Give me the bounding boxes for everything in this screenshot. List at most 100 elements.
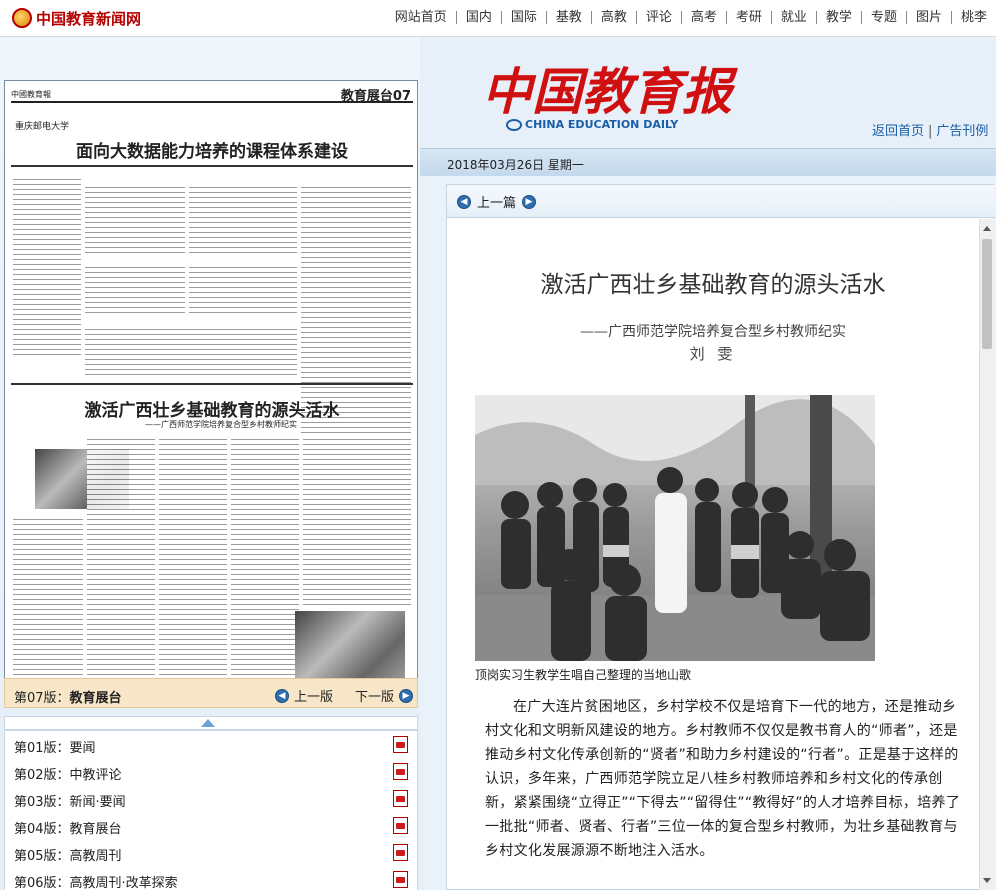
- photo-caption: 顶岗实习生教学生唱自己整理的当地山歌: [475, 668, 692, 682]
- home-link[interactable]: 返回首页: [872, 124, 924, 139]
- logo-emblem-icon: [12, 8, 32, 28]
- left-circle-arrow-icon: ◀: [457, 194, 471, 209]
- ad-rates-link[interactable]: 广告刊例: [936, 124, 988, 139]
- masthead: 中国教育报 CHINA EDUCATION DAILY 返回首页 | 广告刊例: [420, 38, 996, 148]
- issue-date: 2018年03月26日 星期一: [447, 158, 584, 172]
- nav-teaching[interactable]: 教学: [815, 10, 861, 24]
- masthead-en: CHINA EDUCATION DAILY: [506, 118, 678, 131]
- page-list-item-label[interactable]: 第03版：新闻·要闻: [14, 791, 126, 810]
- paper-thumb-headline-2-sub: ——广西师范学院培养复合型乡村教师纪实: [145, 420, 297, 429]
- paper-thumb-text-column: [189, 265, 297, 315]
- paper-thumb-text-column: [189, 185, 297, 255]
- top-bar: 中国教育新闻网 网站首页 国内 国际 基教 高教 评论 高考 考研 就业 教学 …: [0, 0, 996, 37]
- article-scrollbar[interactable]: [979, 219, 994, 890]
- pdf-icon[interactable]: [393, 817, 408, 834]
- current-edition-prefix: 第07版：: [14, 691, 70, 706]
- page-list-item-label[interactable]: 第04版：教育展台: [14, 818, 122, 837]
- scrollbar-thumb[interactable]: [982, 239, 992, 349]
- page-list-item[interactable]: 第04版：教育展台: [5, 814, 417, 841]
- pdf-icon[interactable]: [393, 763, 408, 780]
- newspaper-page-thumbnail[interactable]: 中國教育報 教育展台07 重庆邮电大学 面向大数据能力培养的课程体系建设 激活广…: [4, 80, 418, 705]
- prev-article-label: 上一篇: [477, 196, 517, 211]
- nav-basic-edu[interactable]: 基教: [545, 10, 591, 24]
- paper-thumb-rule: [11, 383, 413, 385]
- pdf-icon[interactable]: [393, 736, 408, 753]
- scroll-up-arrow-icon[interactable]: [983, 226, 991, 231]
- paper-thumb-text-column: [13, 517, 83, 703]
- scroll-down-arrow-icon[interactable]: [983, 878, 991, 883]
- current-edition: 第07版：教育展台: [14, 687, 122, 706]
- page-list-item-label[interactable]: 第05版：高教周刊: [14, 845, 122, 864]
- article-author: 刘 雯: [689, 345, 737, 363]
- page-list-item[interactable]: 第02版：中教评论: [5, 760, 417, 787]
- article-toolbar: ◀ 上一篇 ▶: [447, 185, 995, 218]
- pdf-icon[interactable]: [393, 790, 408, 807]
- date-bar: 2018年03月26日 星期一: [420, 148, 996, 176]
- article-subtitle: ——广西师范学院培养复合型乡村教师纪实: [580, 324, 846, 340]
- paper-thumb-text-column: [85, 327, 297, 377]
- nav-taoli[interactable]: 桃李: [950, 10, 996, 24]
- paper-thumb-text-column: [303, 437, 411, 607]
- prev-article-button[interactable]: ◀ 上一篇 ▶: [457, 192, 537, 211]
- nav-pictures[interactable]: 图片: [905, 10, 951, 24]
- page-list-divider: [5, 729, 417, 731]
- page-list-item[interactable]: 第03版：新闻·要闻: [5, 787, 417, 814]
- article-photo: [475, 395, 875, 661]
- paper-thumb-text-column: [159, 437, 227, 703]
- right-circle-arrow-icon[interactable]: ▶: [522, 194, 537, 209]
- nav-domestic[interactable]: 国内: [455, 10, 501, 24]
- site-logo-text: 中国教育新闻网: [36, 9, 142, 28]
- edition-bar: 第07版：教育展台 ◀ 上一版 下一版 ▶: [4, 678, 418, 708]
- up-arrow-icon[interactable]: [201, 719, 215, 727]
- page-list: 第01版：要闻 第02版：中教评论 第03版：新闻·要闻 第04版：教育展台 第…: [4, 716, 418, 890]
- next-edition-label: 下一版: [355, 690, 395, 705]
- article-title: 激活广西壮乡基础教育的源头活水: [540, 272, 886, 298]
- article-photo-image: [475, 395, 875, 661]
- current-edition-name: 教育展台: [69, 691, 122, 706]
- nav-gaokao[interactable]: 高考: [680, 10, 726, 24]
- right-circle-arrow-icon: ▶: [399, 688, 414, 703]
- nav-home[interactable]: 网站首页: [386, 11, 456, 24]
- site-logo[interactable]: 中国教育新闻网: [12, 7, 141, 29]
- paper-thumb-text-column: [85, 185, 185, 255]
- article-body: 在广大连片贫困地区，乡村学校不仅是培育下一代的地方，还是推动乡村文化和文明新风建…: [485, 699, 961, 859]
- paper-thumb-school: 重庆邮电大学: [15, 122, 70, 132]
- top-nav: 网站首页 国内 国际 基教 高教 评论 高考 考研 就业 教学 专题 图片 桃李: [386, 0, 996, 34]
- paper-thumb-headline-1[interactable]: 面向大数据能力培养的课程体系建设: [5, 137, 417, 162]
- masthead-en-title: CHINA EDUCATION DAILY: [525, 118, 679, 131]
- page-list-item-label[interactable]: 第01版：要闻: [14, 737, 96, 756]
- page-list-item[interactable]: 第01版：要闻: [5, 733, 417, 760]
- globe-icon: [506, 118, 522, 131]
- left-circle-arrow-icon: ◀: [275, 688, 289, 703]
- nav-international[interactable]: 国际: [500, 10, 546, 24]
- right-area: 中国教育报 CHINA EDUCATION DAILY 返回首页 | 广告刊例 20…: [420, 38, 996, 890]
- page-list-item[interactable]: 第05版：高教周刊: [5, 841, 417, 868]
- paper-thumb-headline-2[interactable]: 激活广西壮乡基础教育的源头活水: [5, 396, 417, 421]
- nav-topics[interactable]: 专题: [860, 10, 906, 24]
- prev-edition-button[interactable]: ◀ 上一版: [275, 686, 333, 705]
- article-frame: ◀ 上一篇 ▶ 激活广西壮乡基础教育的源头活水 ——广西师范学院培养复合型乡村教…: [446, 184, 995, 890]
- page-list-item[interactable]: 第06版：高教周刊·改革探索: [5, 868, 417, 890]
- paper-thumb-masthead: 中國教育報: [11, 90, 51, 99]
- masthead-title: 中国教育报: [482, 62, 732, 121]
- nav-kaoyan[interactable]: 考研: [725, 10, 771, 24]
- pdf-icon[interactable]: [393, 871, 408, 888]
- masthead-links: 返回首页 | 广告刊例: [872, 120, 988, 139]
- page-list-item-label[interactable]: 第02版：中教评论: [14, 764, 122, 783]
- left-panel: 中國教育報 教育展台07 重庆邮电大学 面向大数据能力培养的课程体系建设 激活广…: [0, 38, 420, 890]
- paper-thumb-text-column: [231, 437, 299, 703]
- paper-thumb-rule: [11, 165, 413, 167]
- article-content: 激活广西壮乡基础教育的源头活水 ——广西师范学院培养复合型乡村教师纪实 刘 雯: [447, 219, 979, 890]
- paper-thumb-section: 教育展台07: [340, 89, 411, 104]
- paper-thumb-text-column: [87, 437, 155, 703]
- paper-thumb-text-column: [85, 265, 185, 315]
- paper-thumb-text-column: [13, 177, 81, 357]
- page-list-item-label[interactable]: 第06版：高教周刊·改革探索: [14, 872, 178, 890]
- paper-thumb-header: 中國教育報 教育展台07: [11, 85, 413, 104]
- nav-employment[interactable]: 就业: [770, 10, 816, 24]
- pdf-icon[interactable]: [393, 844, 408, 861]
- nav-commentary[interactable]: 评论: [635, 10, 681, 24]
- prev-edition-label: 上一版: [294, 690, 334, 705]
- next-edition-button[interactable]: 下一版 ▶: [355, 686, 414, 705]
- nav-higher-edu[interactable]: 高教: [590, 10, 636, 24]
